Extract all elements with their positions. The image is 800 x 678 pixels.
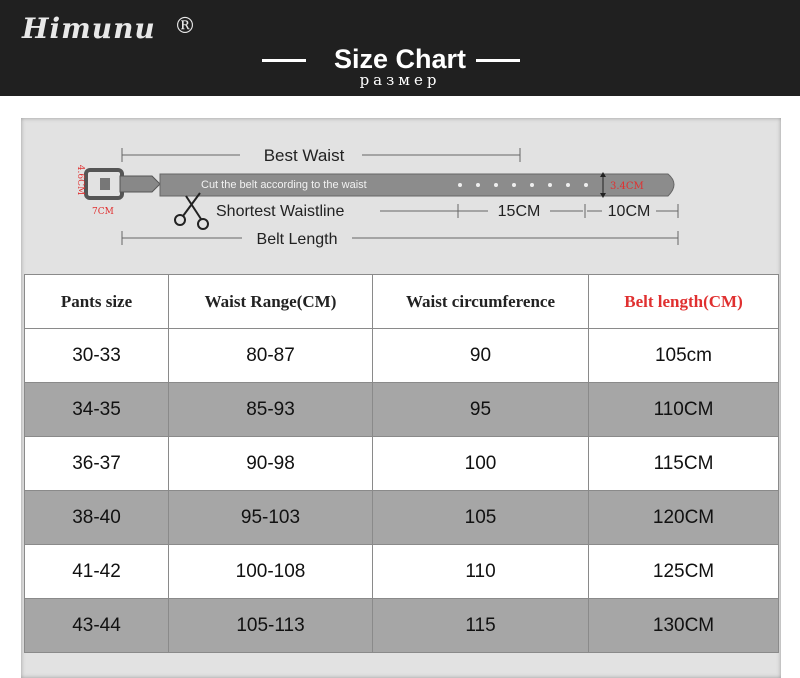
table-row: 38-40 95-103 105 120CM — [24, 490, 779, 545]
cell-waist-range: 80-87 — [168, 328, 373, 383]
header-belt-length: Belt length(CM) — [588, 274, 779, 329]
table-row: 36-37 90-98 100 115CM — [24, 436, 779, 491]
header-waist-circumference: Waist circumference — [372, 274, 589, 329]
cell-belt-length: 110CM — [588, 382, 779, 437]
scissors-icon — [174, 192, 209, 230]
table-row: 34-35 85-93 95 110CM — [24, 382, 779, 437]
cell-belt-length: 120CM — [588, 490, 779, 545]
segment-15cm-label: 15CM — [498, 203, 541, 220]
cell-waist-circumference: 95 — [372, 382, 589, 437]
cell-pants-size: 36-37 — [24, 436, 169, 491]
size-table: Pants size Waist Range(CM) Waist circumf… — [24, 274, 779, 653]
header-pants-size: Pants size — [24, 274, 169, 329]
cell-waist-circumference: 110 — [372, 544, 589, 599]
belt-diagram: Best Waist 4.6CM 7CM Cut the belt accord… — [75, 146, 679, 248]
buckle-height-label: 4.6CM — [75, 165, 85, 195]
table-header-row: Pants size Waist Range(CM) Waist circumf… — [24, 274, 779, 329]
cell-waist-range: 100-108 — [168, 544, 373, 599]
table-row: 41-42 100-108 110 125CM — [24, 544, 779, 599]
shortest-waistline-label: Shortest Waistline — [216, 203, 344, 220]
cell-pants-size: 30-33 — [24, 328, 169, 383]
cell-belt-length: 125CM — [588, 544, 779, 599]
cell-waist-circumference: 90 — [372, 328, 589, 383]
cut-note: Cut the belt according to the waist — [201, 179, 367, 191]
cell-belt-length: 105cm — [588, 328, 779, 383]
cell-pants-size: 43-44 — [24, 598, 169, 653]
table-row: 43-44 105-113 115 130CM — [24, 598, 779, 653]
cell-waist-range: 85-93 — [168, 382, 373, 437]
segment-10cm-label: 10CM — [608, 203, 651, 220]
table-row: 30-33 80-87 90 105cm — [24, 328, 779, 383]
cell-belt-length: 130CM — [588, 598, 779, 653]
cell-waist-circumference: 100 — [372, 436, 589, 491]
header-waist-range: Waist Range(CM) — [168, 274, 373, 329]
cell-pants-size: 34-35 — [24, 382, 169, 437]
cell-pants-size: 41-42 — [24, 544, 169, 599]
strap-width-label: 3.4CM — [610, 181, 644, 192]
cell-waist-range: 90-98 — [168, 436, 373, 491]
cell-waist-circumference: 105 — [372, 490, 589, 545]
cell-pants-size: 38-40 — [24, 490, 169, 545]
buckle-width-label: 7CM — [92, 207, 114, 217]
cell-belt-length: 115CM — [588, 436, 779, 491]
cell-waist-range: 95-103 — [168, 490, 373, 545]
cell-waist-circumference: 115 — [372, 598, 589, 653]
best-waist-label: Best Waist — [264, 146, 345, 165]
cell-waist-range: 105-113 — [168, 598, 373, 653]
belt-length-label: Belt Length — [257, 231, 338, 248]
buckle-icon — [84, 168, 161, 200]
